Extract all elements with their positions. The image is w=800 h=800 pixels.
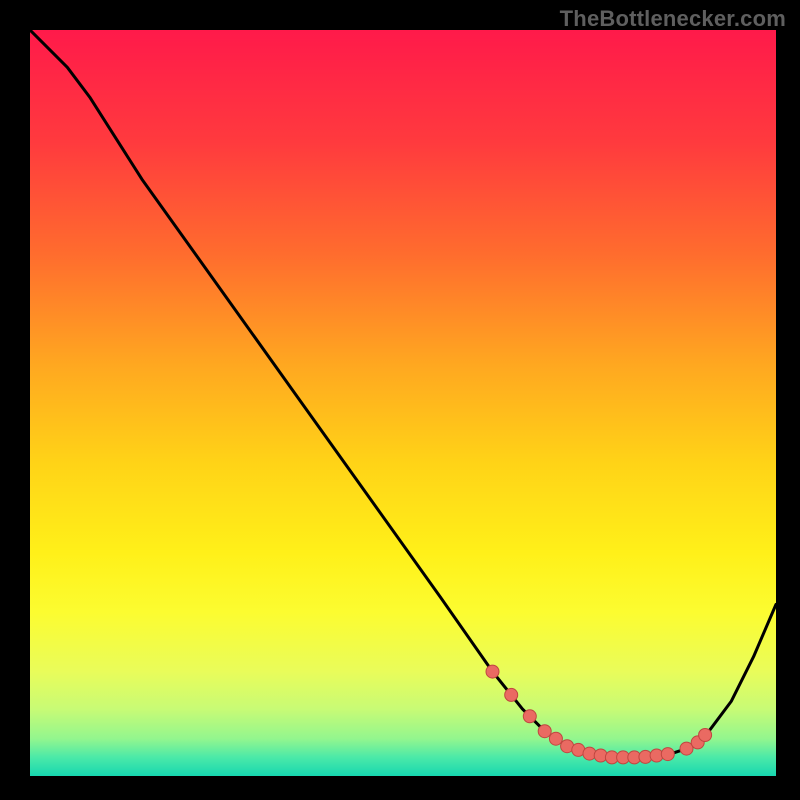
chart-root: TheBottlenecker.com (0, 0, 800, 800)
chart-svg (30, 30, 776, 776)
watermark-label: TheBottlenecker.com (560, 6, 786, 32)
curve-dot (538, 725, 551, 738)
plot-area (30, 30, 776, 776)
curve-dot (486, 665, 499, 678)
curve-dot (661, 748, 674, 761)
curve-dot (549, 732, 562, 745)
curve-dot (523, 710, 536, 723)
curve-dot (699, 729, 712, 742)
curve-dot (505, 688, 518, 701)
gradient-background (30, 30, 776, 776)
